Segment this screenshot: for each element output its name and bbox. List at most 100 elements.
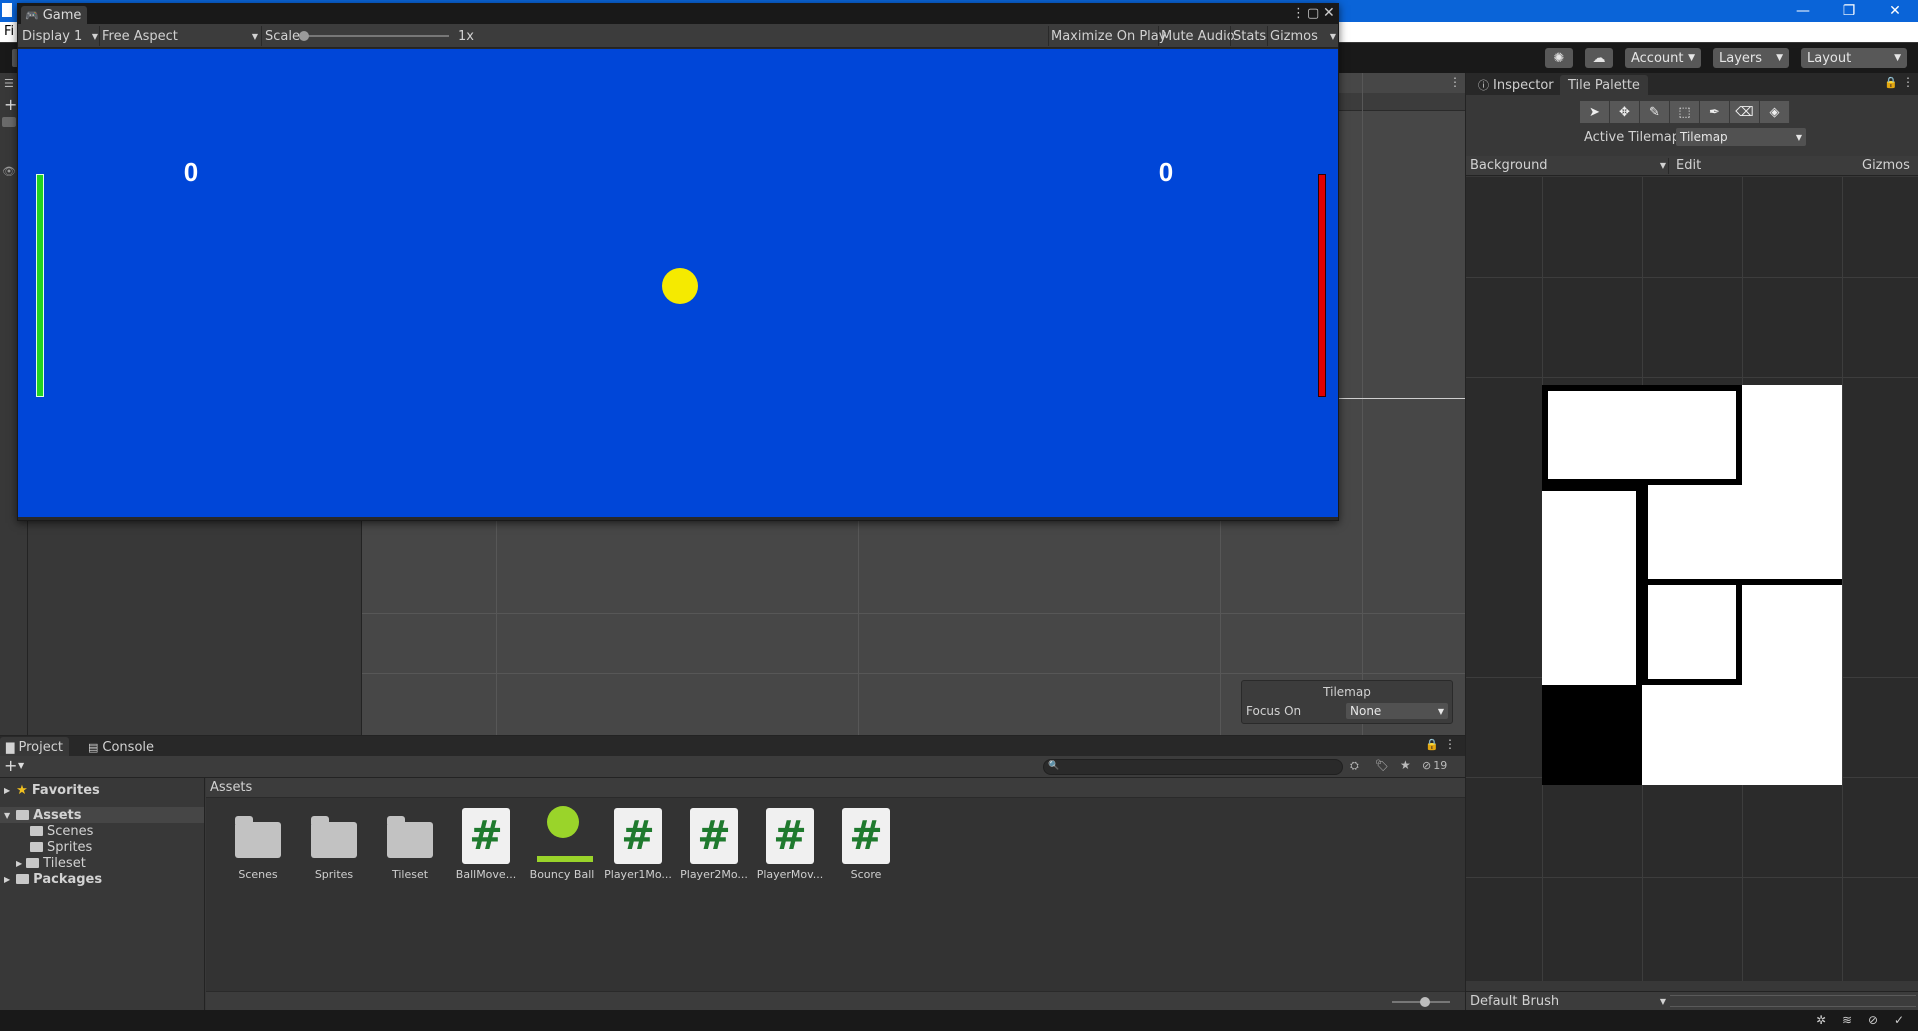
picker-tool-icon[interactable]: ✒ xyxy=(1700,101,1730,123)
tile[interactable] xyxy=(1742,579,1842,685)
scene-more-icon[interactable]: ⋮ xyxy=(1449,75,1461,89)
search-by-label-icon[interactable]: 🏷 xyxy=(1375,759,1389,772)
tree-item-assets[interactable]: ▼ Assets xyxy=(0,807,204,823)
auto-generate-lighting-icon[interactable]: ⊘ xyxy=(1868,1013,1878,1027)
game-viewport[interactable]: 0 0 xyxy=(18,49,1338,517)
tab-project[interactable]: ▇ Project xyxy=(0,737,69,757)
move-tool-icon[interactable]: ✥ xyxy=(1610,101,1640,123)
paint-tool-icon[interactable]: ✎ xyxy=(1640,101,1670,123)
focus-dropdown[interactable]: None ▼ xyxy=(1346,703,1448,719)
mute-audio-toggle[interactable]: Mute Audio xyxy=(1161,24,1235,48)
cloud-icon[interactable]: ☁ xyxy=(1585,48,1613,68)
add-icon[interactable]: + xyxy=(4,95,17,114)
palette-bar: Background ▼ Edit Gizmos xyxy=(1466,156,1918,176)
tree-item-scenes[interactable]: Scenes xyxy=(30,823,93,839)
gizmos-dropdown[interactable]: Gizmos ▼ xyxy=(1270,24,1336,48)
maximize-on-play-toggle[interactable]: Maximize On Play xyxy=(1051,24,1166,48)
tree-item-packages[interactable]: ▶ Packages xyxy=(4,871,102,887)
debug-icon[interactable]: ✲ xyxy=(1816,1013,1826,1027)
info-icon: ⓘ xyxy=(1478,79,1489,92)
cache-server-icon[interactable]: ≋ xyxy=(1842,1013,1852,1027)
folder-icon xyxy=(235,816,281,858)
project-more-icon[interactable]: ⋮ xyxy=(1444,737,1456,751)
tab-console[interactable]: ▤ Console xyxy=(82,737,160,757)
chevron-right-icon[interactable]: ▶ xyxy=(4,786,10,795)
asset-item[interactable]: Scenes xyxy=(222,806,294,881)
asset-item[interactable]: # Score xyxy=(830,806,902,881)
tree-item-tileset[interactable]: ▶ Tileset xyxy=(16,855,86,871)
tile[interactable] xyxy=(1642,685,1842,785)
breadcrumb[interactable]: Assets xyxy=(206,778,1465,798)
fill-tool-icon[interactable]: ◈ xyxy=(1760,101,1790,123)
palette-grid[interactable] xyxy=(1466,177,1918,981)
game-window: 🎮 Game ⋮ ▢ ✕ Display 1 ▼ Free Aspect ▼ Scal… xyxy=(17,3,1339,521)
tile[interactable] xyxy=(1542,485,1642,685)
panel-more-icon[interactable]: ⋮ xyxy=(1902,75,1914,89)
restore-button[interactable]: ❐ xyxy=(1826,0,1872,22)
asset-item[interactable]: # Player2Mo... xyxy=(678,806,750,881)
chevron-down-icon[interactable]: ▼ xyxy=(4,811,10,820)
tile[interactable] xyxy=(1642,579,1742,685)
layout-dropdown[interactable]: Layout ▼ xyxy=(1801,48,1907,68)
active-tilemap-dropdown[interactable]: Tilemap ▼ xyxy=(1676,128,1806,146)
palette-gizmos-button[interactable]: Gizmos xyxy=(1862,158,1910,173)
account-dropdown[interactable]: Account ▼ xyxy=(1625,48,1701,68)
box-fill-tool-icon[interactable]: ⬚ xyxy=(1670,101,1700,123)
hidden-packages-toggle[interactable]: ⊘ 19 xyxy=(1422,759,1447,772)
collab-icon[interactable]: ✺ xyxy=(1545,48,1573,68)
layers-dropdown[interactable]: Layers ▼ xyxy=(1713,48,1789,68)
asset-item[interactable]: # BallMove... xyxy=(450,806,522,881)
stats-toggle[interactable]: Stats xyxy=(1233,24,1266,48)
search-input[interactable]: 🔍 xyxy=(1043,759,1343,775)
focus-label: Focus On xyxy=(1246,704,1302,718)
slider-handle[interactable] xyxy=(299,31,309,41)
brush-dropdown[interactable]: Default Brush ▼ xyxy=(1470,994,1666,1009)
eraser-tool-icon[interactable]: ⌫ xyxy=(1730,101,1760,123)
progress-check-icon[interactable]: ✓ xyxy=(1894,1013,1904,1027)
asset-item[interactable]: Bouncy Ball xyxy=(526,806,598,881)
eye-icon[interactable]: 👁 xyxy=(2,165,16,178)
scale-slider[interactable] xyxy=(299,24,449,48)
chevron-down-icon: ▼ xyxy=(1688,53,1695,63)
game-more-icon[interactable]: ⋮ xyxy=(1292,6,1305,21)
assets-grid: Assets Scenes Sprites Tileset # BallMove… xyxy=(206,778,1465,1011)
visibility-icon[interactable] xyxy=(2,117,16,127)
display-dropdown[interactable]: Display 1 ▼ xyxy=(22,24,98,48)
brush-scrollbar[interactable] xyxy=(1670,995,1916,1007)
palette-dropdown[interactable]: Background ▼ xyxy=(1470,158,1666,173)
asset-item[interactable]: Sprites xyxy=(298,806,370,881)
tree-item-sprites[interactable]: Sprites xyxy=(30,839,92,855)
close-window-button[interactable]: ✕ xyxy=(1872,0,1918,22)
create-add-icon[interactable]: + xyxy=(4,756,17,775)
close-icon[interactable]: ✕ xyxy=(1323,5,1335,21)
ball xyxy=(662,268,698,304)
tile[interactable] xyxy=(1542,385,1742,485)
aspect-dropdown[interactable]: Free Aspect ▼ xyxy=(102,24,258,48)
asset-item[interactable]: Tileset xyxy=(374,806,446,881)
tile[interactable] xyxy=(1642,485,1842,585)
tree-item-favorites[interactable]: ▶ ★ Favorites xyxy=(4,782,100,798)
hierarchy-menu-icon[interactable]: ☰ xyxy=(4,77,14,90)
chevron-down-icon[interactable]: ▼ xyxy=(18,761,24,770)
minimize-button[interactable]: — xyxy=(1780,0,1826,22)
favorite-star-icon[interactable]: ★ xyxy=(1400,758,1411,772)
chevron-right-icon[interactable]: ▶ xyxy=(4,875,10,884)
tab-game[interactable]: 🎮 Game xyxy=(21,6,87,24)
chevron-down-icon: ▼ xyxy=(1437,706,1444,716)
select-tool-icon[interactable]: ➤ xyxy=(1580,101,1610,123)
asset-item[interactable]: # Player1Mo... xyxy=(602,806,674,881)
icon-size-slider[interactable] xyxy=(1392,997,1450,1007)
scale-value: 1x xyxy=(458,28,474,44)
lock-icon[interactable]: 🔒 xyxy=(1884,76,1898,89)
edit-button[interactable]: Edit xyxy=(1676,158,1701,173)
slider-handle[interactable] xyxy=(1420,997,1430,1007)
asset-item[interactable]: # PlayerMov... xyxy=(754,806,826,881)
tile[interactable] xyxy=(1542,685,1642,785)
tab-inspector[interactable]: ⓘ Inspector xyxy=(1470,75,1562,95)
chevron-right-icon[interactable]: ▶ xyxy=(16,859,22,868)
tab-tile-palette[interactable]: Tile Palette xyxy=(1560,75,1648,95)
maximize-window-icon[interactable]: ▢ xyxy=(1307,6,1319,21)
search-by-type-icon[interactable]: ⛭ xyxy=(1350,759,1359,773)
lock-icon[interactable]: 🔒 xyxy=(1425,738,1439,751)
menu-file[interactable]: Fi xyxy=(4,24,14,39)
